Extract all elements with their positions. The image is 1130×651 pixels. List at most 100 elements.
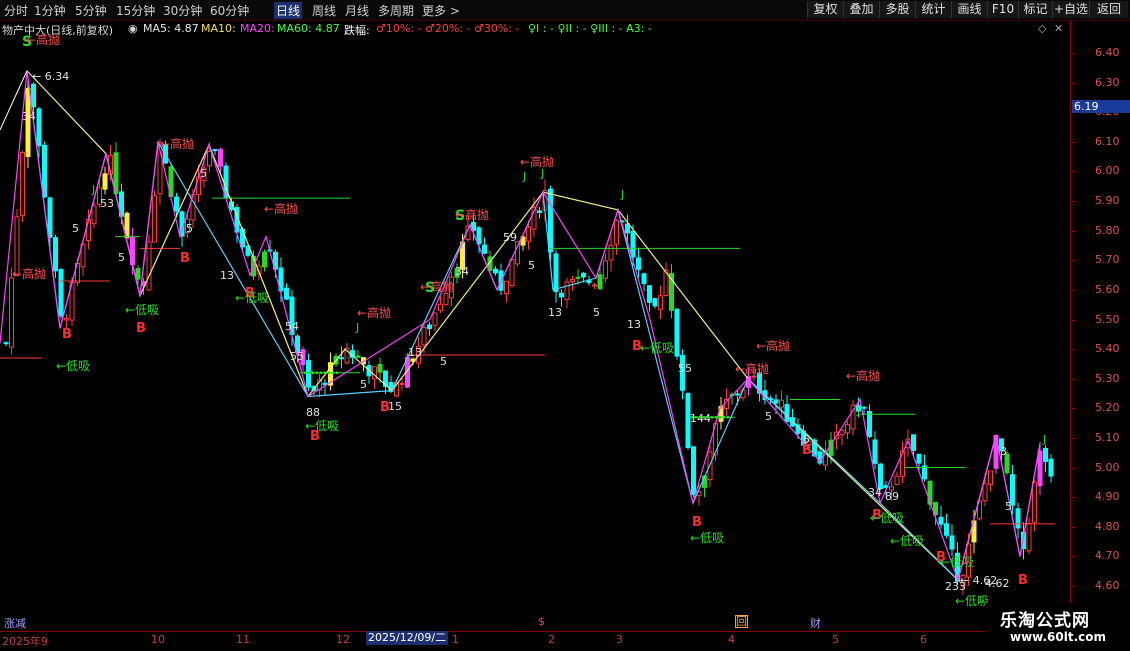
candle-body — [553, 253, 559, 293]
candle-body — [773, 399, 779, 404]
price-tick-mark — [1070, 467, 1076, 469]
candle-body — [526, 226, 531, 242]
zigzag-lines — [0, 70, 1041, 583]
count-marker: 59 — [503, 231, 517, 244]
candle-body — [9, 277, 14, 348]
overlay-button[interactable]: 叠加 — [843, 1, 879, 18]
count-marker: 5 — [440, 355, 447, 368]
candle-body — [1037, 450, 1043, 487]
time-label-feb: 2 — [548, 633, 555, 646]
tab-15min[interactable]: 15分钟 — [116, 2, 155, 19]
count-marker: 13 — [408, 346, 422, 359]
multi-stock-button[interactable]: 多股 — [879, 1, 915, 18]
event-flag-finance[interactable]: 财 — [810, 615, 821, 631]
count-marker: 5 — [803, 433, 810, 446]
price-tick-mark — [1070, 289, 1076, 291]
count-marker: 5 — [1005, 500, 1012, 513]
price-tick-mark — [1070, 586, 1076, 587]
count-marker: 5 — [200, 167, 207, 180]
candle-body — [641, 273, 647, 285]
trend-dot — [694, 415, 698, 419]
price-tick-label: 5.30 — [1095, 371, 1120, 385]
candle-body — [647, 285, 652, 303]
draw-line-button[interactable]: 画线 — [951, 1, 987, 18]
candle-body — [31, 83, 36, 108]
tab-monthly[interactable]: 月线 — [345, 2, 369, 19]
price-tick-mark — [1070, 378, 1076, 380]
price-tick-label: 5.50 — [1095, 312, 1120, 326]
candle-body — [64, 318, 69, 321]
candle-body — [377, 363, 383, 373]
price-tick-mark — [1070, 141, 1076, 143]
j-marker: J — [856, 404, 860, 417]
candle-body — [482, 244, 487, 254]
buy-signal: B — [1018, 573, 1028, 588]
tab-daily[interactable]: 日线 — [274, 2, 303, 19]
price-tick-mark — [1070, 497, 1076, 499]
candle-body — [944, 523, 949, 536]
candle-body — [146, 241, 152, 291]
back-button[interactable]: 返回 — [1089, 1, 1128, 18]
tab-more[interactable]: 更多 > — [422, 2, 460, 19]
top-toolbar: 分时 1分钟 5分钟 15分钟 30分钟 60分钟 日线 周线 月线 多周期 更… — [0, 0, 1130, 21]
low-buy-label: ←低吸 — [56, 359, 90, 373]
candle-body — [135, 268, 141, 280]
candle-body — [20, 151, 25, 216]
price-tick-mark — [1070, 526, 1076, 528]
trend-dot — [690, 415, 694, 419]
price-tick-mark — [1070, 437, 1076, 439]
trend-dot — [327, 371, 331, 375]
time-label-nov: 11 — [236, 633, 250, 646]
candle-body — [537, 210, 542, 213]
add-watchlist-button[interactable]: +自选 — [1052, 1, 1089, 18]
candle-body — [504, 280, 509, 295]
kline-chart[interactable]: SSSB BBBBBBBBBBB←高抛←高抛←高抛←高抛←高抛←高抛←高抛←高抛←… — [0, 21, 1070, 631]
candle-body — [839, 429, 845, 436]
high-sell-label: ←高抛 — [520, 154, 554, 169]
event-flag-return[interactable]: 回 — [735, 615, 748, 628]
tab-5min[interactable]: 5分钟 — [75, 2, 107, 19]
candle-body — [581, 272, 586, 278]
tab-timeshare[interactable]: 分时 — [4, 2, 28, 19]
price-tick-label: 5.90 — [1095, 194, 1120, 208]
tab-weekly[interactable]: 周线 — [312, 2, 336, 19]
candle-body — [614, 220, 619, 245]
candle-body — [894, 475, 900, 486]
price-tick-mark — [1070, 82, 1076, 84]
tab-multi-period[interactable]: 多周期 — [378, 2, 414, 19]
trend-dot — [702, 415, 706, 419]
event-flag-limit[interactable]: 涨减 — [4, 615, 26, 631]
low-buy-label: ←低吸 — [305, 419, 339, 433]
candle-body — [592, 284, 597, 287]
adjust-button[interactable]: 复权 — [807, 1, 843, 18]
trend-dot — [698, 415, 702, 419]
candle-body — [608, 244, 614, 261]
price-tick-label: 5.20 — [1095, 401, 1120, 415]
tab-60min[interactable]: 60分钟 — [210, 2, 249, 19]
high-sell-label: ←高抛 — [26, 32, 60, 47]
time-label-jan: 1 — [452, 633, 459, 646]
candle-body — [355, 355, 361, 358]
price-tick-label: 4.70 — [1095, 549, 1120, 563]
high-sell-label: ←高抛 — [160, 136, 194, 151]
low-buy-label: ←低吸 — [235, 291, 269, 305]
trend-dot — [710, 415, 714, 419]
tab-30min[interactable]: 30分钟 — [163, 2, 202, 19]
stats-button[interactable]: 统计 — [915, 1, 951, 18]
tab-1min[interactable]: 1分钟 — [34, 2, 66, 19]
mark-button[interactable]: 标记 — [1018, 1, 1052, 18]
count-marker: 55 — [678, 362, 692, 375]
price-tick-label: 5.60 — [1095, 282, 1120, 296]
trend-dot — [726, 415, 730, 419]
candle-body — [42, 144, 47, 198]
price-tick-mark — [1070, 349, 1076, 351]
candle-body — [603, 260, 608, 279]
candle-body — [559, 292, 564, 298]
f10-button[interactable]: F10 — [987, 1, 1018, 18]
candle-body — [916, 453, 922, 464]
candle-body — [878, 463, 883, 490]
event-flag-dividend[interactable]: $ — [538, 615, 545, 628]
candle-body — [212, 149, 218, 152]
trend-dot — [714, 415, 718, 419]
min-price-label: ← 4.62 — [960, 574, 997, 587]
